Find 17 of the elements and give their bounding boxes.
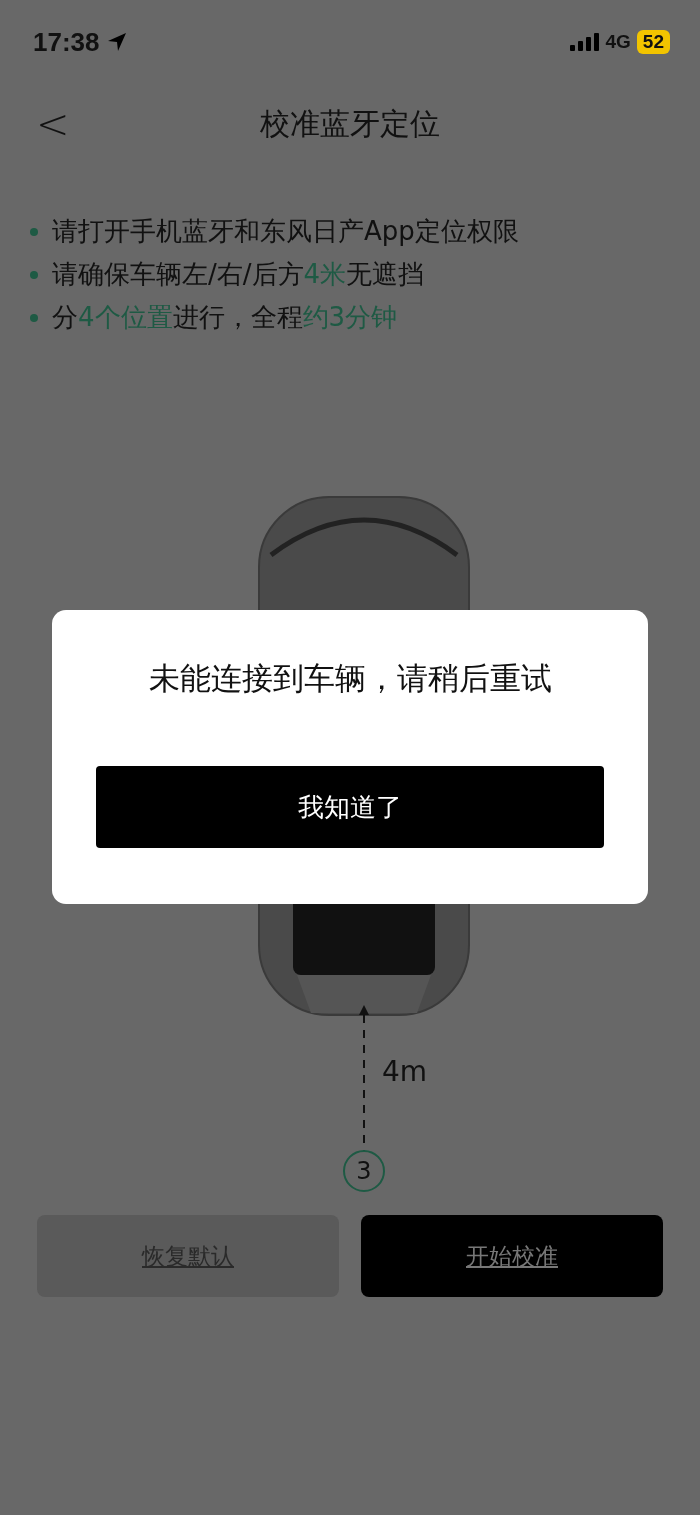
signal-icon (569, 32, 600, 52)
bullet-icon (30, 227, 38, 236)
status-time: 17:38 (33, 26, 100, 58)
tip-text: 请打开手机蓝牙和东风日产App定位权限 (52, 215, 519, 248)
position-marker: 3 (343, 1150, 385, 1192)
network-label: 4G (605, 31, 631, 53)
battery-indicator: 52 (636, 30, 670, 54)
action-button[interactable]: 开始校准 (361, 1215, 663, 1297)
bullet-icon (30, 313, 38, 322)
tip-text: 分4个位置进行，全程约3分钟 (52, 301, 398, 334)
page-title: 校准蓝牙定位 (260, 104, 440, 143)
bullet-icon (30, 270, 38, 279)
tip-text: 请确保车辆左/右/后方4米无遮挡 (52, 258, 425, 291)
confirm-button[interactable]: 我知道了 (96, 766, 604, 848)
back-button[interactable]: < (36, 101, 70, 147)
dialog-message: 未能连接到车辆，请稍后重试 (148, 659, 552, 698)
distance-label: 4m (382, 1055, 428, 1088)
